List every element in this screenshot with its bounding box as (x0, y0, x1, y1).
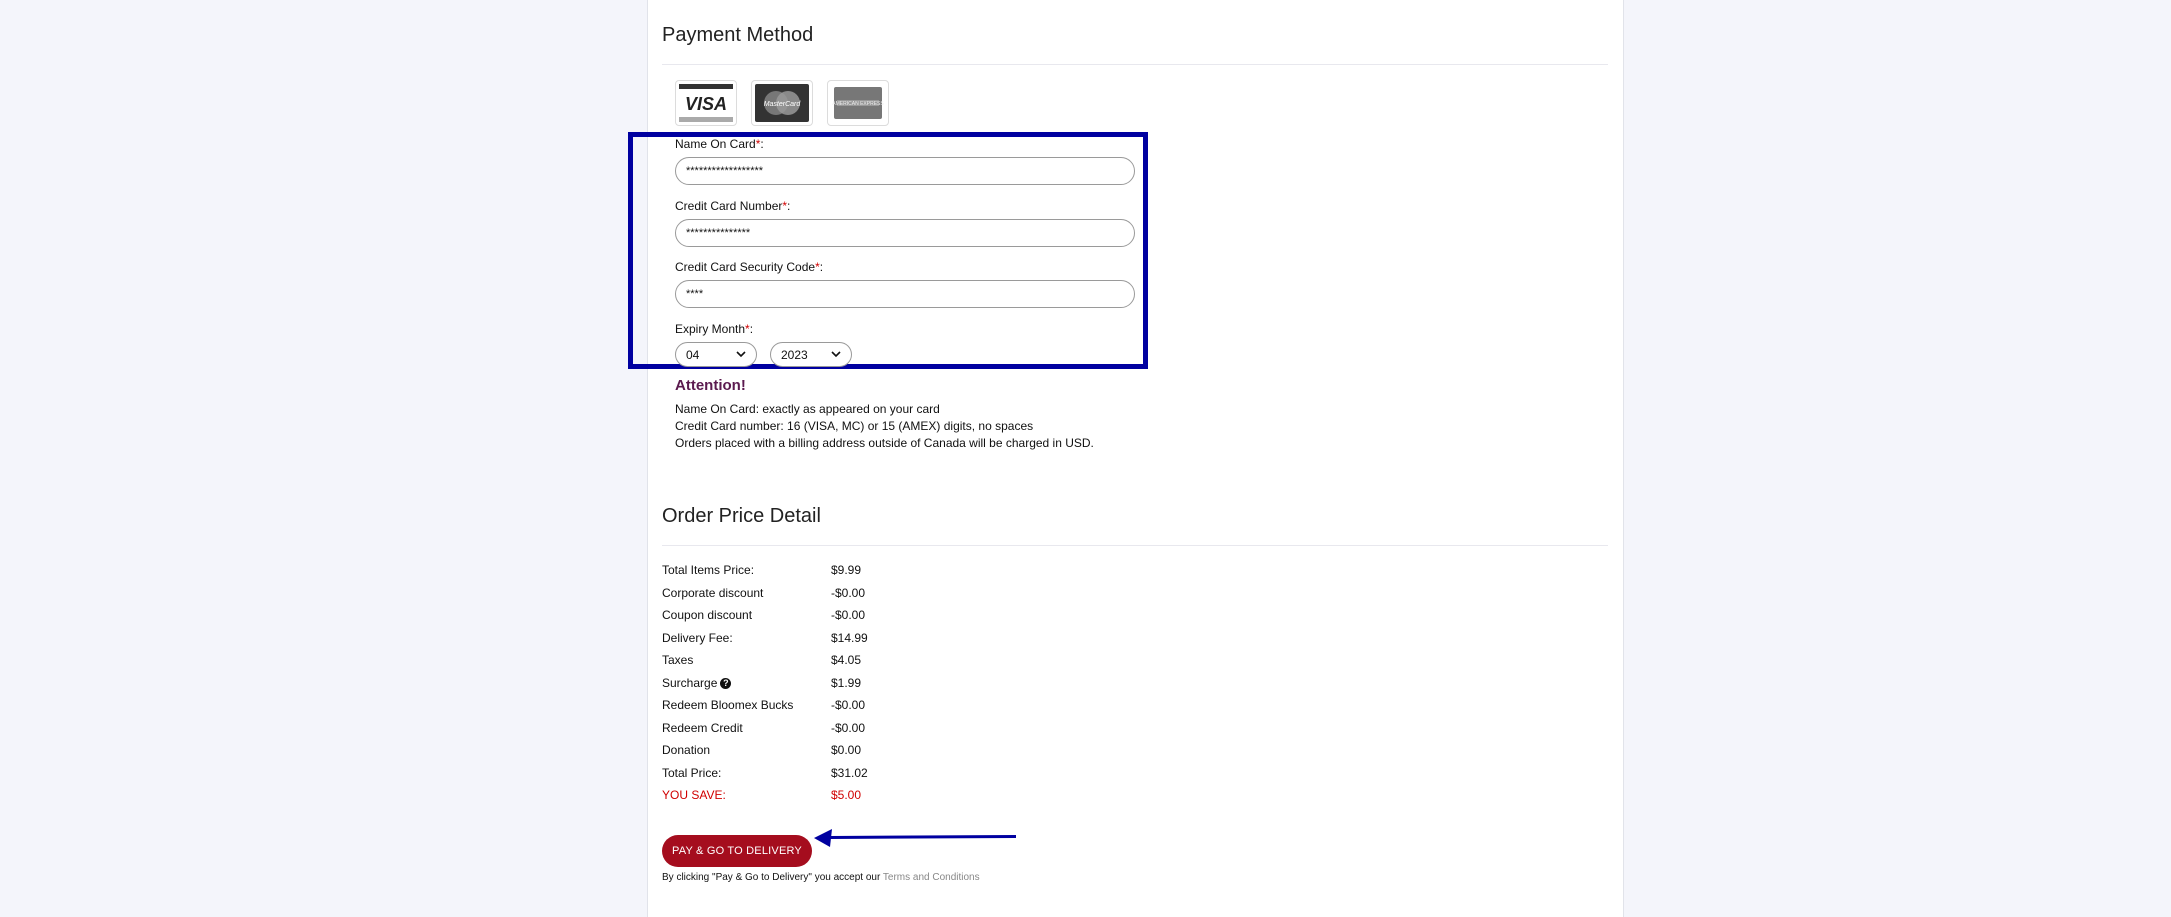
mastercard-card-logo: MasterCard (751, 80, 813, 126)
visa-card-logo: VISA (675, 80, 737, 126)
card-logos: VISA MasterCard AMERICAN EXPRESS (675, 80, 889, 126)
expiry-year-select[interactable]: 2023 (770, 342, 852, 367)
chevron-down-icon (831, 351, 841, 358)
security-code-input[interactable] (675, 280, 1135, 308)
attention-line: Name On Card: exactly as appeared on you… (675, 402, 940, 416)
name-on-card-input[interactable] (675, 157, 1135, 185)
pay-and-go-to-delivery-button[interactable]: PAY & GO TO DELIVERY (662, 835, 812, 867)
chevron-down-icon (736, 351, 746, 358)
attention-notes: Name On Card: exactly as appeared on you… (675, 401, 1094, 452)
order-divider (662, 545, 1608, 546)
amex-icon: AMERICAN EXPRESS (832, 87, 884, 119)
card-number-input[interactable] (675, 219, 1135, 247)
name-on-card-label: Name On Card*: (675, 137, 764, 151)
expiry-month-value: 04 (686, 347, 700, 362)
attention-line: Orders placed with a billing address out… (675, 436, 1094, 450)
expiry-month-select[interactable]: 04 (675, 342, 757, 367)
mastercard-icon: MasterCard (755, 84, 809, 122)
amex-card-logo: AMERICAN EXPRESS (827, 80, 889, 126)
question-circle-icon[interactable]: ? (720, 678, 732, 690)
terms-and-conditions-link[interactable]: Terms and Conditions (883, 872, 980, 883)
attention-title: Attention! (675, 377, 746, 394)
payment-method-title: Payment Method (662, 24, 814, 46)
terms-notice: By clicking "Pay & Go to Delivery" you a… (662, 872, 980, 883)
attention-line: Credit Card number: 16 (VISA, MC) or 15 … (675, 419, 1034, 433)
order-price-title: Order Price Detail (662, 505, 821, 527)
checkout-panel: Payment Method VISA MasterCard AMERICAN … (628, 0, 1624, 917)
card-number-label: Credit Card Number*: (675, 199, 791, 213)
svg-text:VISA: VISA (685, 94, 727, 114)
svg-text:MasterCard: MasterCard (764, 101, 802, 108)
svg-text:AMERICAN EXPRESS: AMERICAN EXPRESS (832, 101, 884, 107)
visa-icon: VISA (679, 84, 733, 122)
payment-divider (662, 64, 1608, 65)
expiry-year-value: 2023 (781, 347, 808, 362)
arrow-left-icon (814, 829, 1017, 847)
security-code-label: Credit Card Security Code*: (675, 260, 824, 274)
expiry-month-label: Expiry Month*: (675, 322, 754, 336)
